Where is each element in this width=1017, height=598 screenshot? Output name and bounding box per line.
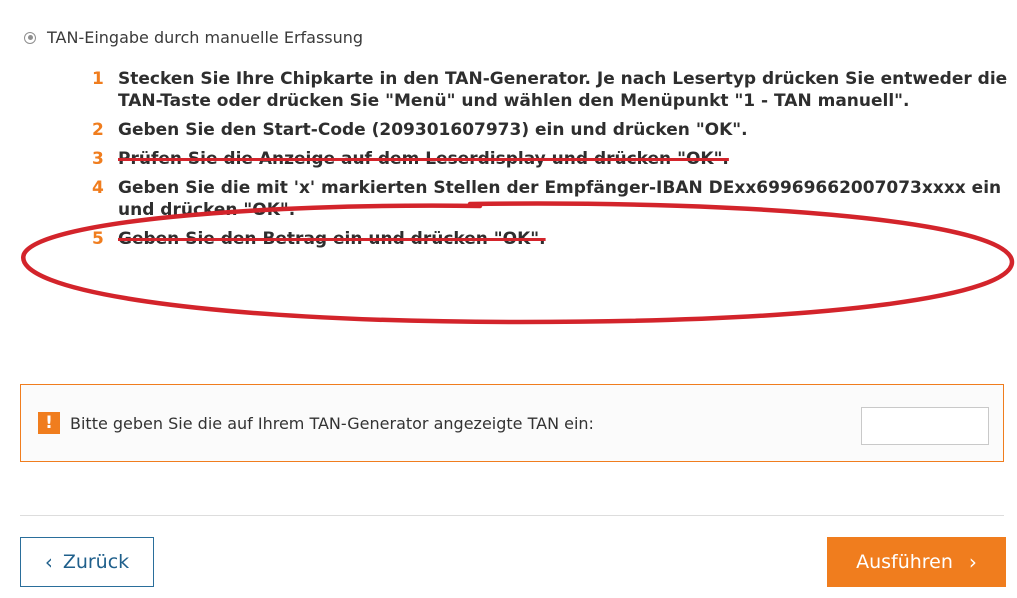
- warning-icon: !: [38, 412, 60, 434]
- step-number: 5: [92, 229, 104, 249]
- tan-method-option[interactable]: TAN-Eingabe durch manuelle Erfassung: [24, 28, 363, 47]
- radio-button[interactable]: [24, 31, 36, 44]
- execute-button-label: Ausführen: [856, 551, 953, 573]
- back-button[interactable]: ‹ Zurück: [20, 537, 154, 587]
- step-text: Geben Sie die mit 'x' markierten Stellen…: [118, 178, 1002, 220]
- tan-page: TAN-Eingabe durch manuelle Erfassung 1 S…: [0, 0, 1017, 598]
- step-text: Stecken Sie Ihre Chipkarte in den TAN-Ge…: [118, 69, 1008, 111]
- tan-prompt-label: Bitte geben Sie die auf Ihrem TAN-Genera…: [70, 413, 594, 433]
- step-number: 2: [92, 120, 104, 140]
- step-number: 3: [92, 149, 104, 169]
- step-text: Geben Sie den Start-Code (209301607973) …: [118, 120, 748, 140]
- step-5: 5 Geben Sie den Betrag ein und drücken "…: [92, 228, 1012, 250]
- step-2: 2 Geben Sie den Start-Code (209301607973…: [92, 119, 1012, 141]
- step-1: 1 Stecken Sie Ihre Chipkarte in den TAN-…: [92, 68, 1012, 112]
- step-text: Geben Sie den Betrag ein und drücken "OK…: [118, 229, 546, 249]
- chevron-left-icon: ‹: [44, 550, 53, 574]
- step-number: 1: [92, 69, 104, 89]
- instruction-steps: 1 Stecken Sie Ihre Chipkarte in den TAN-…: [92, 68, 1012, 257]
- step-text: Prüfen Sie die Anzeige auf dem Leserdisp…: [118, 149, 729, 169]
- tan-method-label: TAN-Eingabe durch manuelle Erfassung: [47, 28, 364, 47]
- execute-button[interactable]: Ausführen ›: [827, 537, 1006, 587]
- radio-dot-icon: [27, 35, 33, 40]
- back-button-label: Zurück: [62, 551, 130, 573]
- step-4: 4 Geben Sie die mit 'x' markierten Stell…: [92, 177, 1012, 221]
- tan-entry-panel: ! Bitte geben Sie die auf Ihrem TAN-Gene…: [20, 384, 1004, 462]
- chevron-right-icon: ›: [968, 550, 977, 574]
- divider: [20, 515, 1004, 516]
- step-3: 3 Prüfen Sie die Anzeige auf dem Leserdi…: [92, 148, 1012, 170]
- step-number: 4: [92, 178, 104, 198]
- tan-input[interactable]: [861, 407, 989, 445]
